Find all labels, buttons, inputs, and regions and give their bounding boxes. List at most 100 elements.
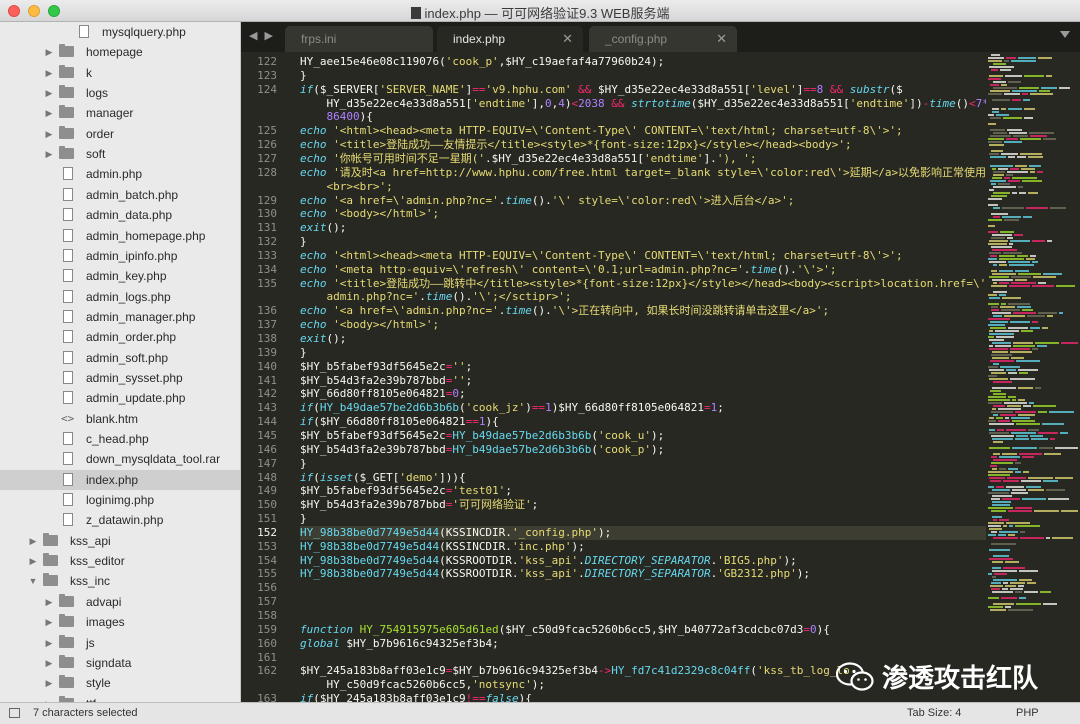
code-line[interactable]: echo '<a href=\'admin.php?nc='.time().'\… [300, 304, 829, 318]
code-line[interactable]: } [300, 346, 307, 360]
code-line[interactable]: echo '<body></html>'; [300, 318, 439, 332]
disclosure-collapsed-icon[interactable]: ▶ [44, 694, 54, 702]
sidebar-item-admin-key-php[interactable]: admin_key.php [0, 266, 240, 286]
disclosure-collapsed-icon[interactable]: ▶ [44, 592, 54, 612]
tab-size-selector[interactable]: Tab Size: 4 [907, 707, 961, 719]
sidebar-item-ttf[interactable]: ▶ ttf [0, 694, 240, 702]
disclosure-collapsed-icon[interactable]: ▶ [44, 63, 54, 83]
sidebar-item-admin-homepage-php[interactable]: admin_homepage.php [0, 226, 240, 246]
code-line[interactable]: global $HY_b7b9616c94325ef3b4; [300, 637, 499, 651]
code-line[interactable]: echo '请及时<a href=http://www.hphu.com/fre… [300, 166, 986, 180]
disclosure-collapsed-icon[interactable]: ▶ [28, 551, 38, 571]
sidebar-item-manager[interactable]: ▶ manager [0, 103, 240, 123]
sidebar-item-homepage[interactable]: ▶ homepage [0, 42, 240, 62]
sidebar-item-loginimg-php[interactable]: loginimg.php [0, 490, 240, 510]
sidebar-item-js[interactable]: ▶ js [0, 633, 240, 653]
code-line[interactable]: if(isset($_GET['demo'])){ [300, 471, 466, 485]
code-line[interactable]: exit(); [300, 332, 346, 346]
sidebar-item-kss-api[interactable]: ▶ kss_api [0, 531, 240, 551]
code-line[interactable]: $HY_b5fabef93df5645e2c=''; [300, 360, 472, 374]
sidebar-item-admin-manager-php[interactable]: admin_manager.php [0, 307, 240, 327]
close-tab-icon[interactable]: ✕ [716, 26, 727, 52]
code-line[interactable]: 86400){ [300, 110, 372, 124]
sidebar-item-style[interactable]: ▶ style [0, 673, 240, 693]
tab-navigation-arrows[interactable]: ◀ ▶ [249, 29, 275, 42]
code-line[interactable]: if(HY_b49dae57be2d6b3b6b('cook_jz')==1)$… [300, 401, 724, 415]
code-line[interactable]: exit(); [300, 221, 346, 235]
code-line[interactable]: echo '<html><head><meta HTTP-EQUIV=\'Con… [300, 124, 903, 138]
code-line[interactable]: echo '<meta http-equiv=\'refresh\' conte… [300, 263, 836, 277]
disclosure-collapsed-icon[interactable]: ▶ [44, 633, 54, 653]
sidebar-item-down-mysqldata-tool-rar[interactable]: down_mysqldata_tool.rar [0, 449, 240, 469]
disclosure-collapsed-icon[interactable]: ▶ [28, 531, 38, 551]
sidebar-item-c-head-php[interactable]: c_head.php [0, 429, 240, 449]
sidebar-item-admin-php[interactable]: admin.php [0, 164, 240, 184]
sidebar-item-admin-soft-php[interactable]: admin_soft.php [0, 348, 240, 368]
code-line[interactable]: } [300, 235, 307, 249]
code-line[interactable]: if($HY_66d80ff8105e064821==1){ [300, 415, 499, 429]
disclosure-collapsed-icon[interactable]: ▶ [44, 42, 54, 62]
disclosure-collapsed-icon[interactable]: ▶ [44, 673, 54, 693]
sidebar-item-index-php[interactable]: index.php [0, 469, 240, 490]
sidebar-item-z-datawin-php[interactable]: z_datawin.php [0, 510, 240, 530]
panel-toggle-icon[interactable] [9, 708, 20, 718]
syntax-selector[interactable]: PHP [1016, 707, 1039, 719]
code-editor[interactable]: 122 123 124 125 126 127 128 129 130 131 132 133 134 1… [241, 52, 986, 702]
code-line[interactable]: $HY_b5fabef93df5645e2c='test01'; [300, 484, 512, 498]
code-line[interactable]: HY_98b38be0d7749e5d44(KSSROOTDIR.'kss_ap… [300, 567, 810, 581]
sidebar-item-advapi[interactable]: ▶ advapi [0, 592, 240, 612]
sidebar-item-k[interactable]: ▶ k [0, 63, 240, 83]
sidebar-item-admin-logs-php[interactable]: admin_logs.php [0, 287, 240, 307]
code-line[interactable]: $HY_b5fabef93df5645e2c=HY_b49dae57be2d6b… [300, 429, 664, 443]
code-line[interactable]: echo '<html><head><meta HTTP-EQUIV=\'Con… [300, 249, 903, 263]
tab-menu-chevron-down-icon[interactable] [1060, 31, 1070, 38]
code-line[interactable]: if($HY_245a183b8aff03e1c9!==false){ [300, 692, 532, 702]
sidebar-item-images[interactable]: ▶ images [0, 612, 240, 632]
code-line[interactable]: } [300, 457, 307, 471]
sidebar-item-mysqlquery-php[interactable]: mysqlquery.php [0, 22, 240, 42]
code-line[interactable]: echo '<title>登陆成功——跳转中</title><style>*{f… [300, 277, 986, 291]
tab-index-php[interactable]: index.php ✕ [437, 26, 583, 52]
code-line[interactable]: $HY_b54d3fa2e39b787bbd='可可网络验证'; [300, 498, 538, 512]
sidebar-item-kss-inc[interactable]: ▼ kss_inc [0, 571, 240, 591]
code-line[interactable]: } [300, 69, 307, 83]
code-line[interactable]: HY_d35e22ec4e33d8a551['endtime'],0,4)<20… [300, 97, 986, 111]
sidebar-item-blank-htm[interactable]: <> blank.htm [0, 409, 240, 429]
sidebar-item-order[interactable]: ▶ order [0, 124, 240, 144]
code-line[interactable]: $HY_b54d3fa2e39b787bbd=HY_b49dae57be2d6b… [300, 443, 664, 457]
sidebar-item-admin-data-php[interactable]: admin_data.php [0, 205, 240, 225]
code-line[interactable]: <br><br>'; [300, 180, 392, 194]
code-line[interactable]: HY_98b38be0d7749e5d44(KSSROOTDIR.'kss_ap… [300, 554, 797, 568]
code-line[interactable]: HY_aee15e46e08c119076('cook_p',$HY_c19ae… [300, 55, 664, 69]
code-line[interactable]: echo '<body></html>'; [300, 207, 439, 221]
disclosure-collapsed-icon[interactable]: ▶ [44, 144, 54, 164]
code-line[interactable]: echo '<a href=\'admin.php?nc='.time().'\… [300, 194, 794, 208]
code-line[interactable]: admin.php?nc='.time().'\';</sctipr>'; [300, 290, 571, 304]
disclosure-collapsed-icon[interactable]: ▶ [44, 103, 54, 123]
code-line[interactable]: if($_SERVER['SERVER_NAME']=='v9.hphu.com… [300, 83, 903, 97]
minimap[interactable] [986, 52, 1080, 702]
code-line[interactable]: echo '<title>登陆成功——友情提示</title><style>*{… [300, 138, 852, 152]
sidebar-item-kss-editor[interactable]: ▶ kss_editor [0, 551, 240, 571]
disclosure-collapsed-icon[interactable]: ▶ [44, 83, 54, 103]
sidebar-item-admin-order-php[interactable]: admin_order.php [0, 327, 240, 347]
sidebar-item-logs[interactable]: ▶ logs [0, 83, 240, 103]
close-tab-icon[interactable]: ✕ [562, 26, 573, 52]
code-line[interactable]: $HY_66d80ff8105e064821=0; [300, 387, 466, 401]
code-line[interactable]: HY_98b38be0d7749e5d44(KSSINCDIR.'inc.php… [300, 540, 585, 554]
tab-frps-ini[interactable]: frps.ini [285, 26, 433, 52]
sidebar-item-admin-ipinfo-php[interactable]: admin_ipinfo.php [0, 246, 240, 266]
code-line[interactable]: $HY_b54d3fa2e39b787bbd=''; [300, 374, 472, 388]
sidebar-item-soft[interactable]: ▶ soft [0, 144, 240, 164]
disclosure-collapsed-icon[interactable]: ▶ [44, 612, 54, 632]
disclosure-collapsed-icon[interactable]: ▶ [44, 653, 54, 673]
sidebar-item-admin-update-php[interactable]: admin_update.php [0, 388, 240, 408]
code-line[interactable]: echo '你帐号可用时间不足一星期('.$HY_d35e22ec4e33d8a… [300, 152, 757, 166]
sidebar-item-admin-batch-php[interactable]: admin_batch.php [0, 185, 240, 205]
code-line[interactable]: } [300, 512, 307, 526]
code-line[interactable]: $HY_245a183b8aff03e1c9=$HY_b7b9616c94325… [300, 664, 850, 678]
code-line[interactable]: function HY_754915975e605d61ed($HY_c50d9… [300, 623, 830, 637]
sidebar-item-admin-sysset-php[interactable]: admin_sysset.php [0, 368, 240, 388]
disclosure-expanded-icon[interactable]: ▼ [28, 571, 38, 591]
tab-config-php[interactable]: _config.php ✕ [589, 26, 737, 52]
